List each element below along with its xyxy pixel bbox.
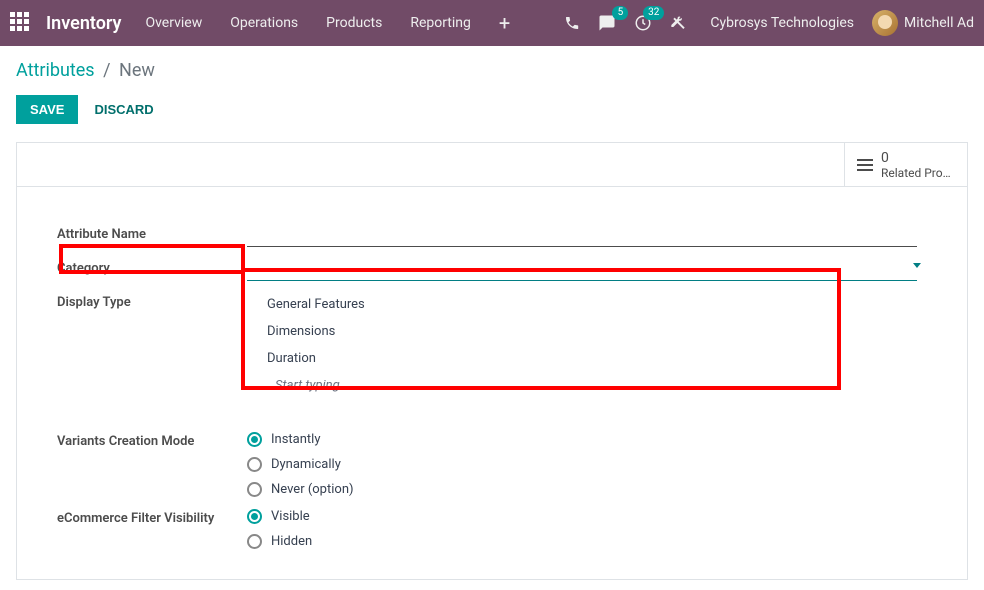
- top-navbar: Inventory Overview Operations Products R…: [0, 0, 984, 46]
- module-name[interactable]: Inventory: [46, 13, 121, 34]
- variants-mode-label: Variants Creation Mode: [57, 430, 247, 449]
- category-option[interactable]: Dimensions: [247, 318, 837, 345]
- related-products-label: Related Prod…: [881, 166, 955, 180]
- nav-overview[interactable]: Overview: [145, 15, 202, 31]
- breadcrumb-attributes[interactable]: Attributes: [16, 60, 95, 81]
- phone-icon[interactable]: [564, 15, 580, 31]
- activity-badge: 32: [643, 6, 664, 20]
- radio-label: Instantly: [271, 432, 321, 447]
- form-sheet: 0 Related Prod… Attribute Name Category …: [16, 142, 968, 580]
- ecommerce-visibility-label: eCommerce Filter Visibility: [57, 507, 247, 526]
- chat-badge: 5: [612, 6, 628, 20]
- radio-icon: [247, 509, 262, 524]
- tools-icon[interactable]: [670, 15, 686, 31]
- company-switcher[interactable]: Cybrosys Technologies: [710, 15, 854, 31]
- breadcrumb-current: New: [119, 60, 155, 81]
- nav-reporting[interactable]: Reporting: [410, 15, 471, 31]
- radio-instantly[interactable]: Instantly: [247, 432, 927, 447]
- subheader: Attributes / New SAVE DISCARD: [0, 46, 984, 132]
- nav-products[interactable]: Products: [326, 15, 382, 31]
- variants-mode-group: Instantly Dynamically Never (option): [247, 432, 927, 497]
- discard-button[interactable]: DISCARD: [94, 102, 153, 117]
- attribute-name-input[interactable]: [247, 223, 917, 247]
- radio-dynamically[interactable]: Dynamically: [247, 457, 927, 472]
- attribute-name-label: Attribute Name: [57, 223, 247, 242]
- chat-icon[interactable]: 5: [598, 14, 616, 32]
- apps-icon[interactable]: [10, 12, 32, 34]
- category-label: Category: [57, 257, 247, 276]
- category-start-typing[interactable]: Start typing...: [247, 372, 837, 399]
- radio-icon: [247, 534, 262, 549]
- radio-icon: [247, 457, 262, 472]
- nav-operations[interactable]: Operations: [230, 15, 298, 31]
- category-input[interactable]: [247, 257, 917, 281]
- category-dropdown: General Features Dimensions Duration Sta…: [247, 283, 837, 407]
- save-button[interactable]: SAVE: [16, 95, 78, 124]
- user-name: Mitchell Ad: [904, 15, 974, 31]
- related-products-button[interactable]: 0 Related Prod…: [844, 143, 967, 186]
- breadcrumb-separator: /: [103, 60, 110, 81]
- category-option[interactable]: General Features: [247, 291, 837, 318]
- radio-hidden[interactable]: Hidden: [247, 534, 927, 549]
- breadcrumb: Attributes / New: [16, 60, 968, 81]
- radio-icon: [247, 482, 262, 497]
- related-products-count: 0: [881, 150, 955, 166]
- activity-icon[interactable]: 32: [634, 14, 652, 32]
- radio-never[interactable]: Never (option): [247, 482, 927, 497]
- avatar: [872, 10, 898, 36]
- list-icon: [857, 159, 873, 171]
- radio-visible[interactable]: Visible: [247, 509, 927, 524]
- radio-label: Dynamically: [271, 457, 341, 472]
- category-option[interactable]: Duration: [247, 345, 837, 372]
- radio-icon: [247, 432, 262, 447]
- topbar-right: 5 32 Cybrosys Technologies Mitchell Ad: [564, 10, 974, 36]
- display-type-label: Display Type: [57, 291, 247, 310]
- radio-label: Visible: [271, 509, 310, 524]
- ecommerce-visibility-group: Visible Hidden: [247, 509, 927, 549]
- radio-label: Never (option): [271, 482, 354, 497]
- nav-new-icon[interactable]: +: [499, 11, 510, 35]
- radio-label: Hidden: [271, 534, 312, 549]
- user-menu[interactable]: Mitchell Ad: [872, 10, 974, 36]
